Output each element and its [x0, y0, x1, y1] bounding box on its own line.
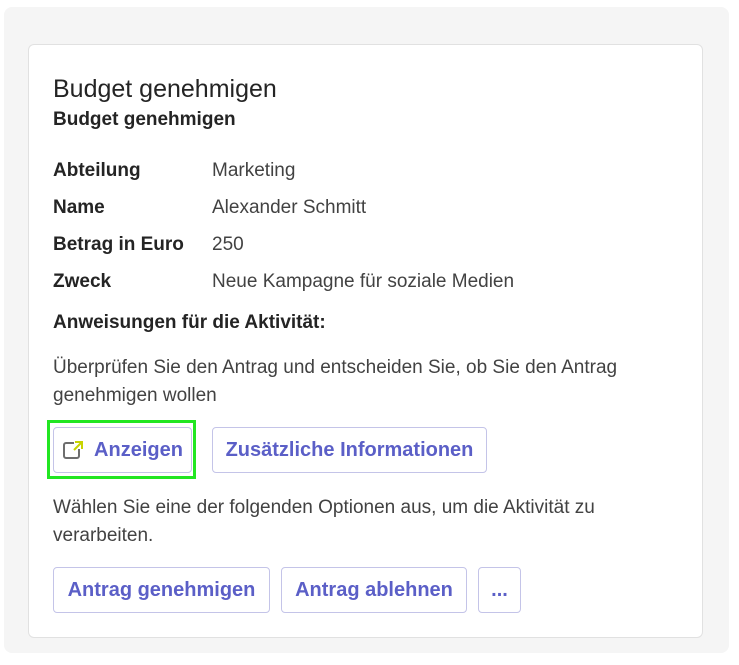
card-container: Budget genehmigen Budget genehmigen Abte… [4, 7, 729, 653]
instructions-text: Überprüfen Sie den Antrag und entscheide… [53, 357, 618, 406]
fact-row-zweck: Zweck Neue Kampagne für soziale Medien [53, 263, 673, 300]
approve-button-label: Antrag genehmigen [67, 578, 256, 601]
adaptive-card: Budget genehmigen Budget genehmigen Abte… [28, 44, 703, 638]
instructions-heading: Anweisungen für die Aktivität: [53, 312, 326, 333]
fact-row-betrag: Betrag in Euro 250 [53, 226, 673, 263]
more-info-button-label: Zusätzliche Informationen [225, 438, 474, 461]
fact-key: Betrag in Euro [53, 233, 184, 255]
fact-row-name: Name Alexander Schmitt [53, 189, 673, 226]
fact-value: Neue Kampagne für soziale Medien [212, 270, 515, 292]
view-button-label: Anzeigen [94, 438, 183, 461]
view-button[interactable]: Anzeigen [53, 427, 192, 473]
choose-option-text: Wählen Sie eine der folgenden Optionen a… [53, 497, 595, 546]
more-info-button[interactable]: Zusätzliche Informationen [212, 427, 487, 473]
fact-set: Abteilung Marketing Name Alexander Schmi… [53, 152, 673, 300]
fact-key: Abteilung [53, 159, 141, 181]
card-subtitle: Budget genehmigen [53, 109, 236, 130]
fact-value: Alexander Schmitt [212, 196, 367, 218]
fact-row-abteilung: Abteilung Marketing [53, 152, 673, 189]
open-external-icon [62, 439, 84, 461]
reject-button-label: Antrag ablehnen [295, 578, 453, 601]
fact-value: 250 [212, 233, 244, 255]
overflow-button-label: ... [491, 578, 508, 601]
reject-button[interactable]: Antrag ablehnen [281, 567, 467, 613]
card-title: Budget genehmigen [53, 75, 277, 103]
approve-button[interactable]: Antrag genehmigen [53, 567, 270, 613]
overflow-menu-button[interactable]: ... [478, 567, 521, 613]
fact-key: Zweck [53, 270, 112, 292]
fact-value: Marketing [212, 159, 296, 181]
fact-key: Name [53, 196, 105, 218]
